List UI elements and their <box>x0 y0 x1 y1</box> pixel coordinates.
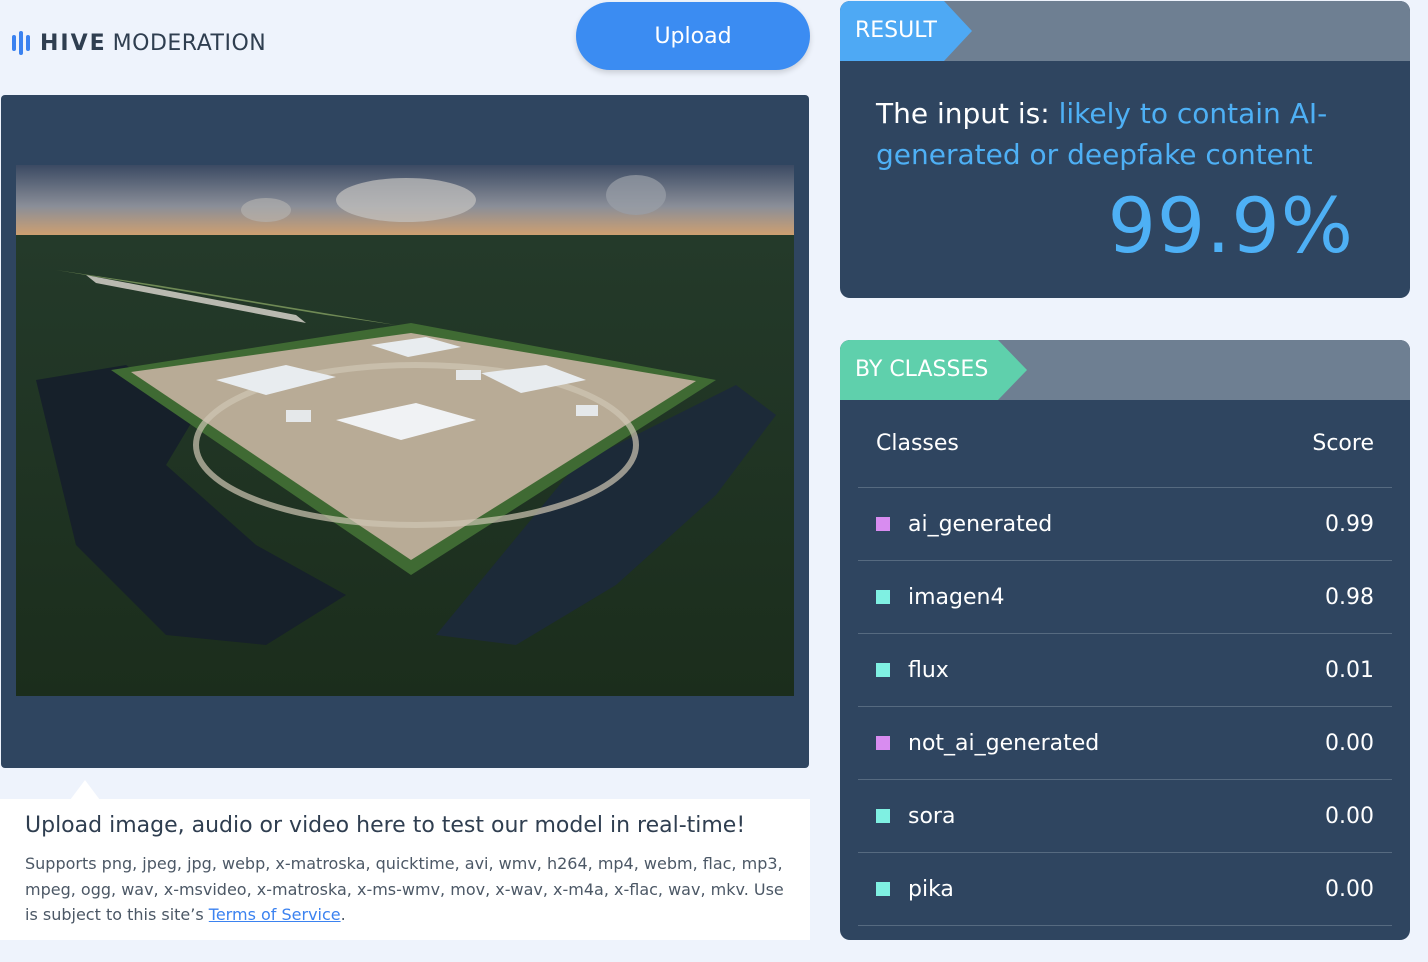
score-column-header: Score <box>1312 431 1374 456</box>
class-score: 0.00 <box>1325 730 1374 756</box>
supported-formats-description: Supports png, jpeg, jpg, webp, x-matrosk… <box>25 854 784 924</box>
terms-of-service-link[interactable]: Terms of Service <box>209 905 341 924</box>
class-color-swatch <box>876 590 890 604</box>
by-classes-card: BY CLASSES Classes Score ai_generated 0.… <box>840 340 1410 940</box>
logo-text-hive: HIVE <box>40 30 107 56</box>
class-name: not_ai_generated <box>908 730 1100 756</box>
result-statement: The input is: likely to contain AI-gener… <box>876 93 1346 175</box>
table-row: ai_generated 0.99 <box>858 488 1392 561</box>
table-row: imagen4 0.98 <box>858 561 1392 634</box>
class-name: pika <box>908 876 954 902</box>
by-classes-tag: BY CLASSES <box>840 340 1027 400</box>
class-name: sora <box>908 803 956 829</box>
upload-info-title: Upload image, audio or video here to tes… <box>25 813 746 838</box>
hive-logo-icon <box>12 31 30 55</box>
class-score: 0.01 <box>1325 657 1374 683</box>
supported-formats-tail: . <box>340 905 346 924</box>
table-row: not_ai_generated 0.00 <box>858 707 1392 780</box>
table-row: sora 0.00 <box>858 780 1392 853</box>
table-row: flux 0.01 <box>858 634 1392 707</box>
result-score: 99.9% <box>1107 181 1354 270</box>
class-color-swatch <box>876 663 890 677</box>
result-prefix: The input is: <box>876 97 1059 130</box>
info-box-pointer <box>70 780 100 800</box>
supported-formats-text: Supports png, jpeg, jpg, webp, x-matrosk… <box>25 851 795 928</box>
class-name: imagen4 <box>908 584 1005 610</box>
result-tag: RESULT <box>840 1 972 61</box>
class-color-swatch <box>876 809 890 823</box>
class-score: 0.99 <box>1325 511 1374 537</box>
logo-text-moderation: MODERATION <box>112 30 267 56</box>
upload-info-box: Upload image, audio or video here to tes… <box>0 799 810 940</box>
classes-table: Classes Score ai_generated 0.99 imagen4 … <box>858 400 1392 926</box>
upload-button[interactable]: Upload <box>576 2 810 70</box>
media-preview-panel[interactable] <box>1 95 809 768</box>
result-card-header: RESULT <box>840 1 1410 61</box>
class-name: flux <box>908 657 949 683</box>
table-row: pika 0.00 <box>858 853 1392 926</box>
uploaded-image-preview <box>16 165 794 696</box>
class-color-swatch <box>876 736 890 750</box>
class-name: ai_generated <box>908 511 1053 537</box>
class-color-swatch <box>876 882 890 896</box>
class-color-swatch <box>876 517 890 531</box>
by-classes-card-header: BY CLASSES <box>840 340 1410 400</box>
hive-moderation-logo[interactable]: HIVE MODERATION <box>12 28 266 58</box>
class-score: 0.00 <box>1325 803 1374 829</box>
classes-table-header: Classes Score <box>858 400 1392 488</box>
class-score: 0.00 <box>1325 876 1374 902</box>
class-score: 0.98 <box>1325 584 1374 610</box>
classes-column-header: Classes <box>876 431 959 456</box>
result-card: RESULT The input is: likely to contain A… <box>840 1 1410 298</box>
